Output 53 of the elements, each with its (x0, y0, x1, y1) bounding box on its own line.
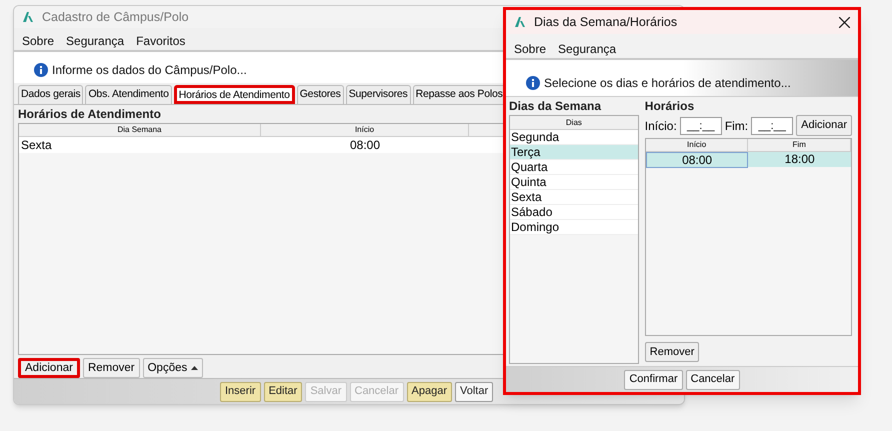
tab[interactable]: Repasse aos Polos (412, 85, 506, 104)
button[interactable]: Apagar (406, 382, 452, 402)
menu-item[interactable]: Segurança (558, 40, 616, 58)
menu-item[interactable]: Favoritos (136, 32, 186, 50)
button[interactable]: Confirmar (624, 370, 683, 390)
info-icon (34, 63, 48, 78)
tab[interactable]: Gestores (296, 85, 344, 104)
table-cell: 08:00 (646, 152, 748, 168)
button[interactable]: Inserir (220, 382, 261, 402)
close-icon[interactable] (839, 16, 850, 28)
table-cell-text: 08:00 (348, 137, 382, 154)
column-header[interactable]: Início (646, 139, 748, 152)
window-title: Cadastro de Câmpus/Polo (42, 8, 189, 26)
group-title: Dias da Semana (509, 99, 602, 113)
info-message: Informe os dados do Câmpus/Polo... (52, 62, 247, 80)
field-label: Início: (644, 118, 677, 134)
day-item[interactable]: Sexta (510, 190, 638, 205)
time-field[interactable]: __:__ (680, 116, 722, 134)
day-item[interactable]: Quarta (510, 160, 638, 175)
tab[interactable]: Horários de Atendimento (174, 85, 295, 104)
column-header[interactable]: Dias (510, 116, 638, 130)
button[interactable]: Adicionar (796, 115, 852, 136)
menu-item[interactable]: Sobre (22, 32, 54, 50)
button[interactable]: Editar (264, 382, 302, 402)
dialog-title: Dias da Semana/Horários (534, 14, 678, 31)
button[interactable]: Adicionar (18, 358, 80, 378)
info-message: Selecione os dias e horários de atendimento... (544, 75, 791, 92)
menu-item[interactable]: Sobre (514, 40, 546, 58)
group-title: Horários de Atendimento (18, 107, 162, 122)
day-item[interactable]: Terça (510, 145, 638, 160)
button[interactable]: Remover (82, 358, 140, 378)
button[interactable]: Voltar (455, 382, 494, 402)
tab[interactable]: Dados gerais (18, 85, 84, 104)
day-item[interactable]: Domingo (510, 220, 638, 235)
day-item[interactable]: Segunda (510, 130, 638, 145)
dropdown-button[interactable]: Opções (142, 358, 204, 378)
info-icon (526, 76, 540, 90)
day-item[interactable]: Quinta (510, 175, 638, 190)
menu-item[interactable]: Segurança (66, 32, 124, 50)
tab[interactable]: Supervisores (346, 85, 411, 104)
table-cell-text: Sexta (20, 137, 53, 154)
table-cell-text: 18:00 (784, 152, 816, 168)
tab[interactable]: Obs. Atendimento (85, 85, 172, 104)
group-title: Horários (644, 99, 696, 113)
time-field[interactable]: __:__ (751, 116, 794, 134)
logo-icon (22, 12, 34, 22)
caret-up-icon (191, 366, 198, 370)
field-label: Fim: (724, 118, 748, 134)
logo-icon (514, 17, 526, 27)
day-item[interactable]: Sábado (510, 205, 638, 220)
button[interactable]: Cancelar (686, 370, 740, 390)
table-row[interactable]: 08:00 18:00 (646, 152, 851, 167)
button[interactable]: Remover (644, 342, 700, 362)
